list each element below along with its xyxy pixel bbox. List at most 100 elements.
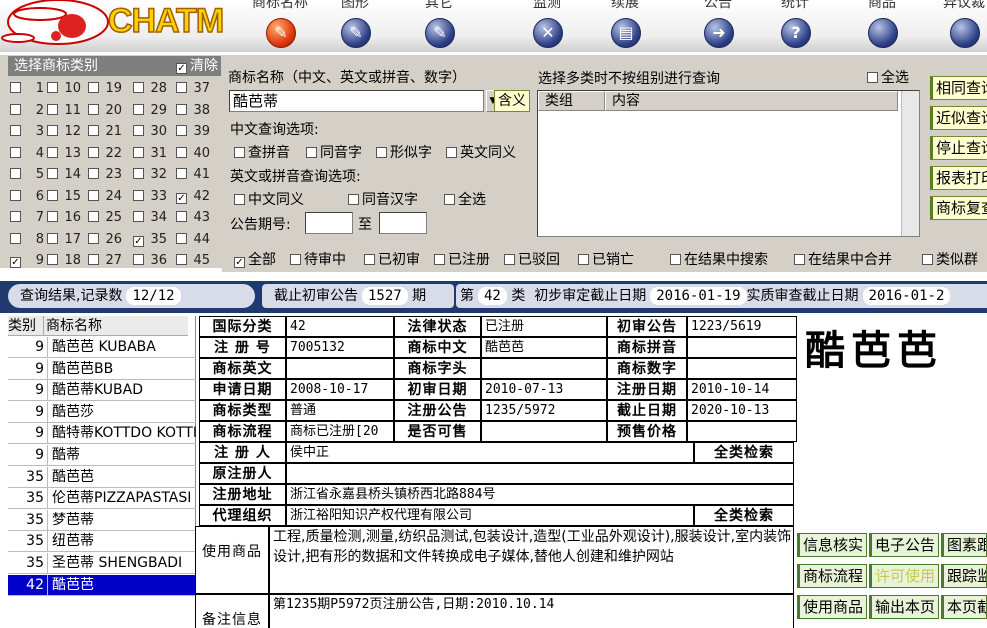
class-group-grid[interactable]: 类组 内容 — [537, 90, 920, 237]
category-checkbox-29[interactable]: 29 — [133, 103, 167, 118]
status-filter-3[interactable]: 已注册 — [434, 249, 490, 269]
category-checkbox-3[interactable]: 3 — [10, 124, 44, 139]
owner-full-search-button[interactable]: 全类检索 — [694, 442, 794, 463]
result-row[interactable]: 35 伦芭蒂PIZZAPASTASI — [8, 488, 196, 510]
name-input[interactable]: 酷芭蒂 — [229, 90, 484, 112]
right-button-8[interactable]: 本页截 — [941, 595, 987, 619]
category-checkbox-28[interactable]: 28 — [133, 81, 167, 96]
status-filter-5[interactable]: 已销亡 — [578, 249, 634, 269]
right-button-6[interactable]: 使用商品 — [797, 595, 867, 619]
category-checkbox-32[interactable]: 32 — [133, 167, 167, 182]
category-checkbox-30[interactable]: 30 — [133, 124, 167, 139]
category-checkbox-12[interactable]: 12 — [47, 124, 81, 139]
option-checkbox-2[interactable]: 形似字 — [376, 142, 432, 162]
result-row[interactable]: 9 酷芭蒂KUBAD — [8, 380, 196, 402]
category-checkbox-18[interactable]: 18 — [47, 253, 81, 268]
side-button-4[interactable]: 商标复查 — [930, 196, 987, 220]
category-checkbox-31[interactable]: 31 — [133, 146, 167, 161]
category-checkbox-17[interactable]: 17 — [47, 232, 81, 247]
category-checkbox-44[interactable]: 44 — [176, 232, 210, 247]
category-checkbox-4[interactable]: 4 — [10, 146, 44, 161]
period-to-input[interactable] — [379, 212, 427, 234]
nav-tab-2[interactable]: 其它 ✎ — [404, 0, 474, 52]
category-checkbox-25[interactable]: 25 — [88, 210, 122, 225]
right-button-3[interactable]: 商标流程 — [797, 564, 867, 588]
result-row[interactable]: 9 酷芭芭 KUBABA — [8, 337, 196, 358]
result-row[interactable]: 35 酷芭芭 — [8, 466, 196, 488]
agent-full-search-button[interactable]: 全类检索 — [694, 505, 794, 526]
grid-header-content[interactable]: 内容 — [605, 91, 898, 111]
category-checkbox-7[interactable]: 7 — [10, 210, 44, 225]
grid-scrollbar[interactable] — [901, 91, 919, 236]
result-list[interactable]: 类别 商标名称 9 酷芭芭 KUBABA 9 酷芭芭BB 9 酷芭蒂KUBAD 9 酷芭莎 9 酷… — [0, 316, 196, 628]
result-option-2[interactable]: 类似群 — [922, 249, 978, 269]
option-checkbox-0[interactable]: 查拼音 — [234, 142, 290, 162]
right-button-0[interactable]: 信息核实 — [797, 533, 867, 557]
category-checkbox-5[interactable]: 5 — [10, 167, 44, 182]
nav-tab-8[interactable]: 异议裁 — [929, 0, 987, 52]
result-header-class[interactable]: 类别 — [8, 316, 44, 336]
side-button-2[interactable]: 停止查询 — [930, 136, 987, 160]
category-checkbox-35[interactable]: ✓ 35 — [133, 232, 167, 247]
category-checkbox-19[interactable]: 19 — [88, 81, 122, 96]
result-row[interactable]: 9 酷芭芭BB — [8, 358, 196, 380]
result-header-name[interactable]: 商标名称 — [44, 316, 188, 336]
grid-header-group[interactable]: 类组 — [538, 91, 605, 111]
nav-tab-7[interactable]: 商品 — [847, 0, 917, 52]
side-button-3[interactable]: 报表打印 — [930, 166, 987, 190]
result-row[interactable]: 35 圣芭蒂 SHENGBADI — [8, 553, 196, 574]
nav-tab-3[interactable]: 监测 ✕ — [512, 0, 582, 52]
category-checkbox-13[interactable]: 13 — [47, 146, 81, 161]
result-row[interactable]: 9 酷芭莎 — [8, 401, 196, 423]
right-button-2[interactable]: 图素跟 — [941, 533, 987, 557]
result-option-0[interactable]: 在结果中搜索 — [670, 249, 768, 269]
side-button-1[interactable]: 近似查询 — [930, 106, 987, 130]
category-checkbox-45[interactable]: 45 — [176, 253, 210, 268]
status-filter-0[interactable]: ✓ 全部 — [234, 249, 276, 269]
category-checkbox-14[interactable]: 14 — [47, 167, 81, 182]
right-button-1[interactable]: 电子公告 — [869, 533, 939, 557]
category-checkbox-37[interactable]: 37 — [176, 81, 210, 96]
right-button-7[interactable]: 输出本页 — [869, 595, 939, 619]
period-from-input[interactable] — [305, 212, 353, 234]
side-button-0[interactable]: 相同查询 — [930, 76, 987, 100]
option-checkbox-0[interactable]: 中文同义 — [234, 189, 304, 209]
right-button-4[interactable]: 许可使用 — [869, 564, 939, 588]
nav-tab-5[interactable]: 公告 ➜ — [683, 0, 753, 52]
nav-tab-4[interactable]: 续展 ▤ — [590, 0, 660, 52]
option-checkbox-3[interactable]: 英文同义 — [446, 142, 516, 162]
category-checkbox-38[interactable]: 38 — [176, 103, 210, 118]
option-checkbox-2[interactable]: 全选 — [444, 189, 486, 209]
nav-tab-6[interactable]: 统计? — [760, 0, 830, 52]
clear-categories-checkbox[interactable]: ✓ 清除 — [176, 56, 218, 76]
result-row[interactable]: 35 梦芭蒂 — [8, 509, 196, 531]
status-filter-1[interactable]: 待审中 — [290, 249, 346, 269]
result-row[interactable]: 42 酷芭芭 — [8, 574, 196, 596]
nav-tab-1[interactable]: 图形 ✎ — [320, 0, 390, 52]
category-checkbox-21[interactable]: 21 — [88, 124, 122, 139]
result-row[interactable]: 9 酷蒂 — [8, 445, 196, 466]
category-checkbox-40[interactable]: 40 — [176, 146, 210, 161]
option-checkbox-1[interactable]: 同音汉字 — [348, 189, 418, 209]
category-checkbox-2[interactable]: 2 — [10, 103, 44, 118]
category-checkbox-20[interactable]: 20 — [88, 103, 122, 118]
select-all-checkbox[interactable]: 全选 — [867, 67, 909, 87]
category-checkbox-10[interactable]: 10 — [47, 81, 81, 96]
status-filter-2[interactable]: 已初审 — [364, 249, 420, 269]
category-checkbox-23[interactable]: 23 — [88, 167, 122, 182]
category-checkbox-22[interactable]: 22 — [88, 146, 122, 161]
category-checkbox-42[interactable]: ✓ 42 — [176, 189, 210, 204]
category-checkbox-36[interactable]: 36 — [133, 253, 167, 268]
category-checkbox-1[interactable]: 1 — [10, 81, 44, 96]
category-checkbox-26[interactable]: 26 — [88, 232, 122, 247]
result-row[interactable]: 9 酷特蒂KOTTDO KOTTI — [8, 423, 196, 445]
category-checkbox-39[interactable]: 39 — [176, 124, 210, 139]
category-checkbox-6[interactable]: 6 — [10, 189, 44, 204]
category-checkbox-34[interactable]: 34 — [133, 210, 167, 225]
category-checkbox-33[interactable]: 33 — [133, 189, 167, 204]
category-checkbox-16[interactable]: 16 — [47, 210, 81, 225]
status-filter-4[interactable]: 已驳回 — [504, 249, 560, 269]
nav-tab-0[interactable]: 商标名称 ✎ — [245, 0, 315, 52]
category-checkbox-27[interactable]: 27 — [88, 253, 122, 268]
category-checkbox-24[interactable]: 24 — [88, 189, 122, 204]
